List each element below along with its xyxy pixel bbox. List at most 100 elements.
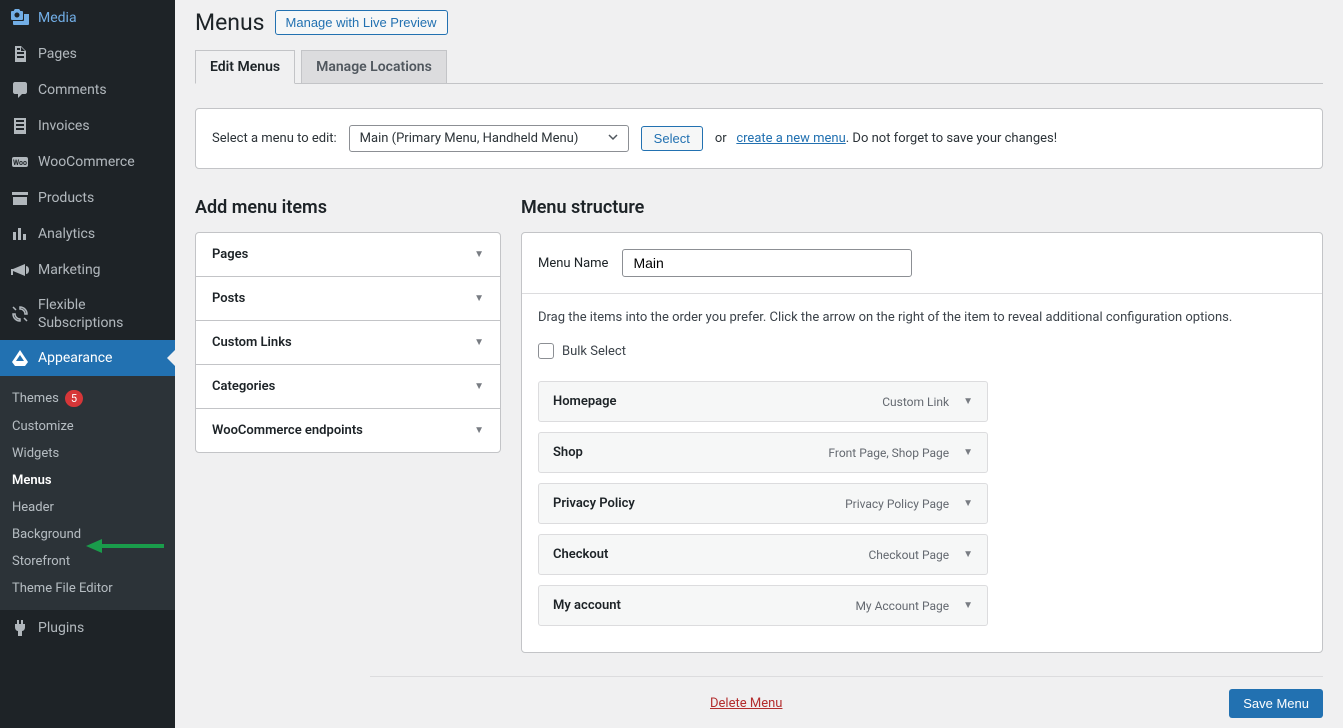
invoices-icon xyxy=(10,116,30,136)
sidebar-item-label: Analytics xyxy=(38,225,95,243)
submenu-label: Customize xyxy=(12,419,74,434)
accordion-custom-links[interactable]: Custom Links ▼ xyxy=(196,321,500,365)
submenu-label: Storefront xyxy=(12,554,70,569)
note-text: . Do not forget to save your changes! xyxy=(846,131,1057,146)
create-menu-link[interactable]: create a new menu xyxy=(736,131,845,146)
caret-down-icon[interactable]: ▼ xyxy=(963,498,973,509)
structure-title: Menu structure xyxy=(521,197,1323,218)
nav-tabs: Edit Menus Manage Locations xyxy=(195,50,1323,84)
submenu-item-widgets[interactable]: Widgets xyxy=(0,440,175,467)
accordion-label: Categories xyxy=(212,379,275,394)
sidebar-item-pages[interactable]: Pages xyxy=(0,36,175,72)
menu-item-block[interactable]: Privacy Policy Privacy Policy Page ▼ xyxy=(538,483,988,524)
plugins-icon xyxy=(10,618,30,638)
sidebar-item-marketing[interactable]: Marketing xyxy=(0,252,175,288)
accordion-pages[interactable]: Pages ▼ xyxy=(196,233,500,277)
update-badge: 5 xyxy=(65,390,83,407)
menu-item-type: Custom Link xyxy=(882,395,949,409)
submenu-item-customize[interactable]: Customize xyxy=(0,413,175,440)
tab-edit-menus[interactable]: Edit Menus xyxy=(195,50,295,84)
caret-down-icon: ▼ xyxy=(474,425,484,436)
sidebar-item-label: Products xyxy=(38,189,94,207)
menu-item-block[interactable]: Checkout Checkout Page ▼ xyxy=(538,534,988,575)
sidebar-item-label: Invoices xyxy=(38,117,90,135)
caret-down-icon: ▼ xyxy=(474,249,484,260)
sidebar-item-woocommerce[interactable]: Woo WooCommerce xyxy=(0,144,175,180)
caret-down-icon: ▼ xyxy=(474,337,484,348)
media-icon xyxy=(10,8,30,28)
submenu-item-storefront[interactable]: Storefront xyxy=(0,548,175,575)
menu-item-block[interactable]: My account My Account Page ▼ xyxy=(538,585,988,626)
caret-down-icon[interactable]: ▼ xyxy=(963,549,973,560)
sidebar-item-label: Comments xyxy=(38,81,107,99)
submenu-item-theme-file-editor[interactable]: Theme File Editor xyxy=(0,575,175,602)
svg-text:Woo: Woo xyxy=(13,159,27,167)
menu-name-label: Menu Name xyxy=(538,256,608,271)
bulk-select-checkbox[interactable] xyxy=(538,343,554,359)
tab-manage-locations[interactable]: Manage Locations xyxy=(301,50,447,83)
delete-menu-link[interactable]: Delete Menu xyxy=(710,696,782,711)
menu-item-block[interactable]: Shop Front Page, Shop Page ▼ xyxy=(538,432,988,473)
instructions-text: Drag the items into the order you prefer… xyxy=(538,310,1306,325)
sidebar-item-products[interactable]: Products xyxy=(0,180,175,216)
sidebar-item-invoices[interactable]: Invoices xyxy=(0,108,175,144)
accordion-label: Custom Links xyxy=(212,335,292,350)
subscriptions-icon xyxy=(10,304,30,324)
menu-select[interactable]: Main (Primary Menu, Handheld Menu) xyxy=(349,125,629,152)
menu-item-title: My account xyxy=(553,598,621,613)
accordion-posts[interactable]: Posts▼ xyxy=(196,277,500,321)
accordion-label: Pages xyxy=(212,247,248,262)
menu-item-title: Checkout xyxy=(553,547,608,562)
menu-name-input[interactable] xyxy=(622,249,912,277)
submenu-label: Widgets xyxy=(12,446,59,461)
sidebar-item-label: Pages xyxy=(38,45,77,63)
submenu-label: Themes xyxy=(12,391,59,406)
sidebar-item-label: Marketing xyxy=(38,261,101,279)
submenu-item-themes[interactable]: Themes 5 xyxy=(0,384,175,413)
menu-item-title: Privacy Policy xyxy=(553,496,635,511)
submenu-item-header[interactable]: Header xyxy=(0,494,175,521)
submenu-item-background[interactable]: Background xyxy=(0,521,175,548)
accordion-label: WooCommerce endpoints xyxy=(212,423,363,438)
sidebar-item-plugins[interactable]: Plugins xyxy=(0,610,175,646)
caret-down-icon[interactable]: ▼ xyxy=(963,396,973,407)
sidebar-item-media[interactable]: Media xyxy=(0,0,175,36)
select-button[interactable]: Select xyxy=(641,126,703,151)
caret-down-icon: ▼ xyxy=(474,293,484,304)
sidebar-item-label: WooCommerce xyxy=(38,153,135,171)
submenu-label: Header xyxy=(12,500,54,515)
admin-sidebar: Media Pages Comments Invoices Woo WooCom… xyxy=(0,0,175,728)
analytics-icon xyxy=(10,224,30,244)
bulk-select-label: Bulk Select xyxy=(562,344,626,359)
caret-down-icon[interactable]: ▼ xyxy=(963,447,973,458)
accordion-categories[interactable]: Categories ▼ xyxy=(196,365,500,409)
or-text: or xyxy=(715,131,727,146)
add-items-title: Add menu items xyxy=(195,197,501,218)
live-preview-button[interactable]: Manage with Live Preview xyxy=(275,10,448,35)
sidebar-item-comments[interactable]: Comments xyxy=(0,72,175,108)
save-menu-button[interactable]: Save Menu xyxy=(1229,689,1323,718)
caret-down-icon: ▼ xyxy=(474,381,484,392)
appearance-icon xyxy=(10,348,30,368)
menu-item-type: Privacy Policy Page xyxy=(845,497,949,511)
menu-item-type: Front Page, Shop Page xyxy=(828,446,949,460)
add-items-accordion: Pages▼ Posts▼ Custom Links▼ Categories▼ … xyxy=(195,232,501,453)
submenu-label: Menus xyxy=(12,473,52,488)
sidebar-item-appearance[interactable]: Appearance xyxy=(0,340,175,376)
submenu-item-menus[interactable]: Menus xyxy=(0,467,175,494)
menu-item-type: My Account Page xyxy=(855,599,949,613)
caret-down-icon[interactable]: ▼ xyxy=(963,600,973,611)
products-icon xyxy=(10,188,30,208)
sidebar-item-analytics[interactable]: Analytics xyxy=(0,216,175,252)
marketing-icon xyxy=(10,260,30,280)
sidebar-item-subscriptions[interactable]: Flexible Subscriptions xyxy=(0,288,175,340)
menu-structure-panel: Menu Name Drag the items into the order … xyxy=(521,232,1323,653)
sidebar-item-label: Appearance xyxy=(38,349,112,367)
pages-icon xyxy=(10,44,30,64)
accordion-woo-endpoints[interactable]: WooCommerce endpoints ▼ xyxy=(196,409,500,452)
sidebar-item-label: Media xyxy=(38,9,77,27)
menu-item-title: Shop xyxy=(553,445,583,460)
main-content: Menus Manage with Live Preview Edit Menu… xyxy=(175,0,1343,728)
menu-item-type: Checkout Page xyxy=(868,548,949,562)
menu-item-block[interactable]: HomepageCustom Link▼ xyxy=(538,381,988,422)
